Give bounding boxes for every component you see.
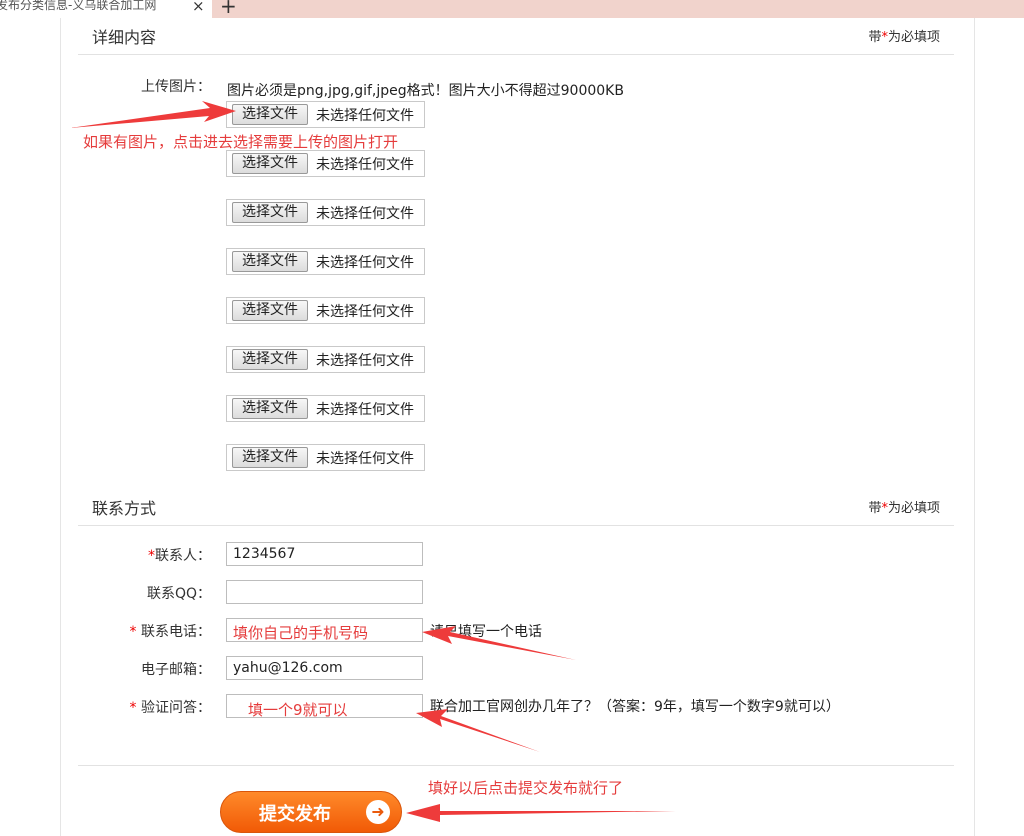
annotation-arrows: [70, 101, 676, 822]
submit-arrow: [406, 804, 676, 822]
phone-arrow: [422, 626, 576, 660]
upload-arrow: [70, 101, 236, 128]
captcha-arrow: [416, 709, 540, 752]
